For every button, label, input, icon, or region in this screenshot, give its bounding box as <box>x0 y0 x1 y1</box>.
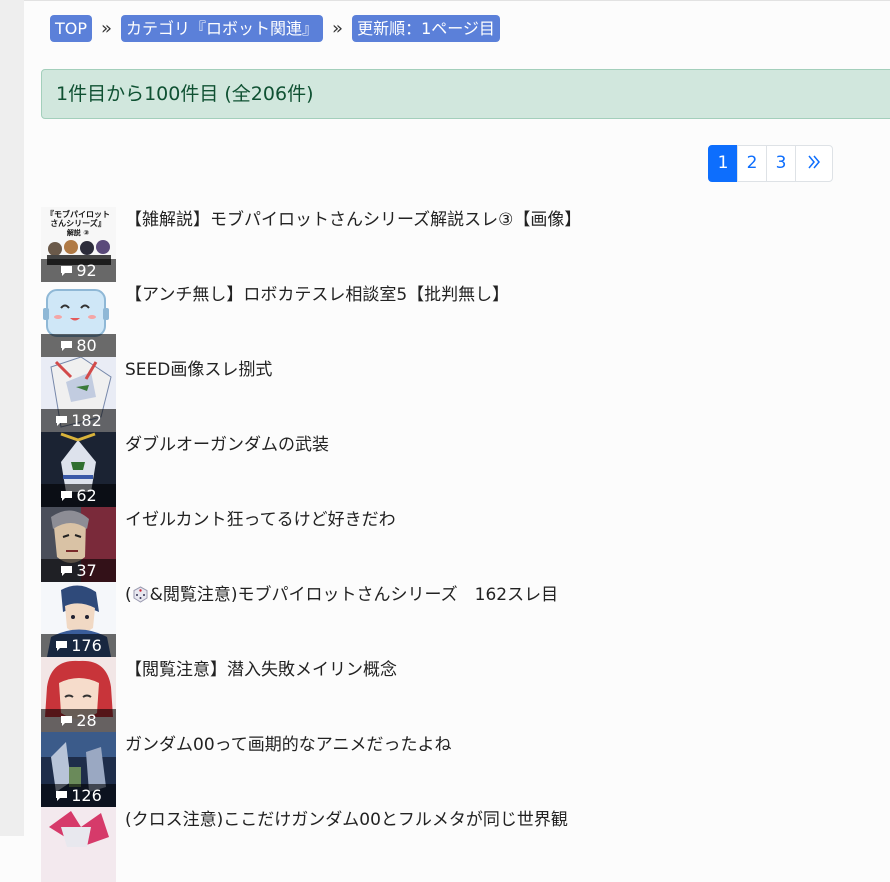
thread-thumbnail: 126 <box>41 732 116 807</box>
svg-text:さんシリーズ』: さんシリーズ』 <box>50 218 106 228</box>
comment-count-badge: 80 <box>41 334 116 357</box>
svg-text:解説 ③: 解説 ③ <box>67 228 89 237</box>
comment-count-badge: 182 <box>41 409 116 432</box>
title-text: &閲覧注意)モブパイロットさんシリーズ 162スレ目 <box>149 585 559 605</box>
comment-count-badge: 176 <box>41 634 116 657</box>
thread-title-link[interactable]: 【閲覧注意】潜入失敗メイリン概念 <box>125 659 397 681</box>
thread-title-link[interactable]: SEED画像スレ捌式 <box>125 359 272 381</box>
breadcrumb-sort-link[interactable]: 更新順：1ページ目 <box>352 15 500 42</box>
thread-title-link[interactable]: ( &閲覧注意)モブパイロットさんシリーズ 162スレ目 <box>125 584 558 606</box>
thread-row[interactable]: 182 SEED画像スレ捌式 <box>41 357 890 432</box>
dice-icon <box>133 586 148 603</box>
comment-icon <box>56 791 68 801</box>
thread-row[interactable]: (クロス注意)ここだけガンダム00とフルメタが同じ世界観 <box>41 807 890 882</box>
thread-list: 『モブパイロット さんシリーズ』 解説 ③ 92 【雑解説】モブパイロットさんシ… <box>41 207 890 882</box>
thread-title-link[interactable]: 【アンチ無し】ロボカテスレ相談室5【批判無し】 <box>125 284 509 306</box>
breadcrumb-top-link[interactable]: TOP <box>50 15 93 42</box>
thread-thumbnail: 28 <box>41 657 116 732</box>
comment-icon <box>61 341 73 351</box>
double-chevron-right-icon <box>808 155 820 169</box>
breadcrumb-category-link[interactable]: カテゴリ『ロボット関連』 <box>121 15 324 42</box>
thread-thumbnail: 『モブパイロット さんシリーズ』 解説 ③ 92 <box>41 207 116 282</box>
thread-thumbnail: 37 <box>41 507 116 582</box>
thread-row[interactable]: 37 イゼルカント狂ってるけど好きだわ <box>41 507 890 582</box>
comment-count-badge: 126 <box>41 784 116 807</box>
comment-icon <box>61 566 73 576</box>
thread-title-link[interactable]: (クロス注意)ここだけガンダム00とフルメタが同じ世界観 <box>125 809 568 831</box>
thread-thumbnail: 80 <box>41 282 116 357</box>
thread-row[interactable]: 28 【閲覧注意】潜入失敗メイリン概念 <box>41 657 890 732</box>
top-divider <box>24 0 890 1</box>
comment-icon <box>56 416 68 426</box>
comment-count-badge: 92 <box>41 259 116 282</box>
comment-count-badge: 62 <box>41 484 116 507</box>
page-2-button[interactable]: 2 <box>737 145 767 182</box>
thread-thumbnail: 62 <box>41 432 116 507</box>
svg-text:『モブパイロット: 『モブパイロット <box>46 209 110 219</box>
thread-thumbnail: 176 <box>41 582 116 657</box>
left-margin-strip <box>0 0 24 836</box>
thread-row[interactable]: 62 ダブルオーガンダムの武装 <box>41 432 890 507</box>
thread-thumbnail: 182 <box>41 357 116 432</box>
thread-row[interactable]: 176 ( &閲覧注意)モブパイロットさんシリーズ 162スレ目 <box>41 582 890 657</box>
thread-row[interactable]: 『モブパイロット さんシリーズ』 解説 ③ 92 【雑解説】モブパイロットさんシ… <box>41 207 890 282</box>
thread-title-link[interactable]: ダブルオーガンダムの武装 <box>125 434 329 456</box>
breadcrumb-separator: » <box>101 18 113 39</box>
page-3-button[interactable]: 3 <box>766 145 796 182</box>
comment-icon <box>61 266 73 276</box>
result-count-banner: 1件目から100件目 (全206件) <box>41 69 890 119</box>
next-page-button[interactable] <box>795 145 833 182</box>
breadcrumb: TOP » カテゴリ『ロボット関連』 » 更新順：1ページ目 <box>50 15 500 42</box>
thread-title-link[interactable]: 【雑解説】モブパイロットさんシリーズ解説スレ③【画像】 <box>125 209 581 231</box>
comment-icon <box>61 716 73 726</box>
pagination: 1 2 3 <box>708 145 833 182</box>
title-prefix: ( <box>125 585 132 605</box>
thread-thumbnail <box>41 807 116 882</box>
thread-title-link[interactable]: イゼルカント狂ってるけど好きだわ <box>125 509 396 531</box>
thread-row[interactable]: 80 【アンチ無し】ロボカテスレ相談室5【批判無し】 <box>41 282 890 357</box>
comment-icon <box>56 641 68 651</box>
comment-count-badge: 28 <box>41 709 116 732</box>
comment-icon <box>61 491 73 501</box>
comment-count-badge: 37 <box>41 559 116 582</box>
thread-row[interactable]: 126 ガンダム00って画期的なアニメだったよね <box>41 732 890 807</box>
thread-title-link[interactable]: ガンダム00って画期的なアニメだったよね <box>125 734 451 756</box>
page-1-button[interactable]: 1 <box>708 145 738 182</box>
breadcrumb-separator: » <box>332 18 344 39</box>
